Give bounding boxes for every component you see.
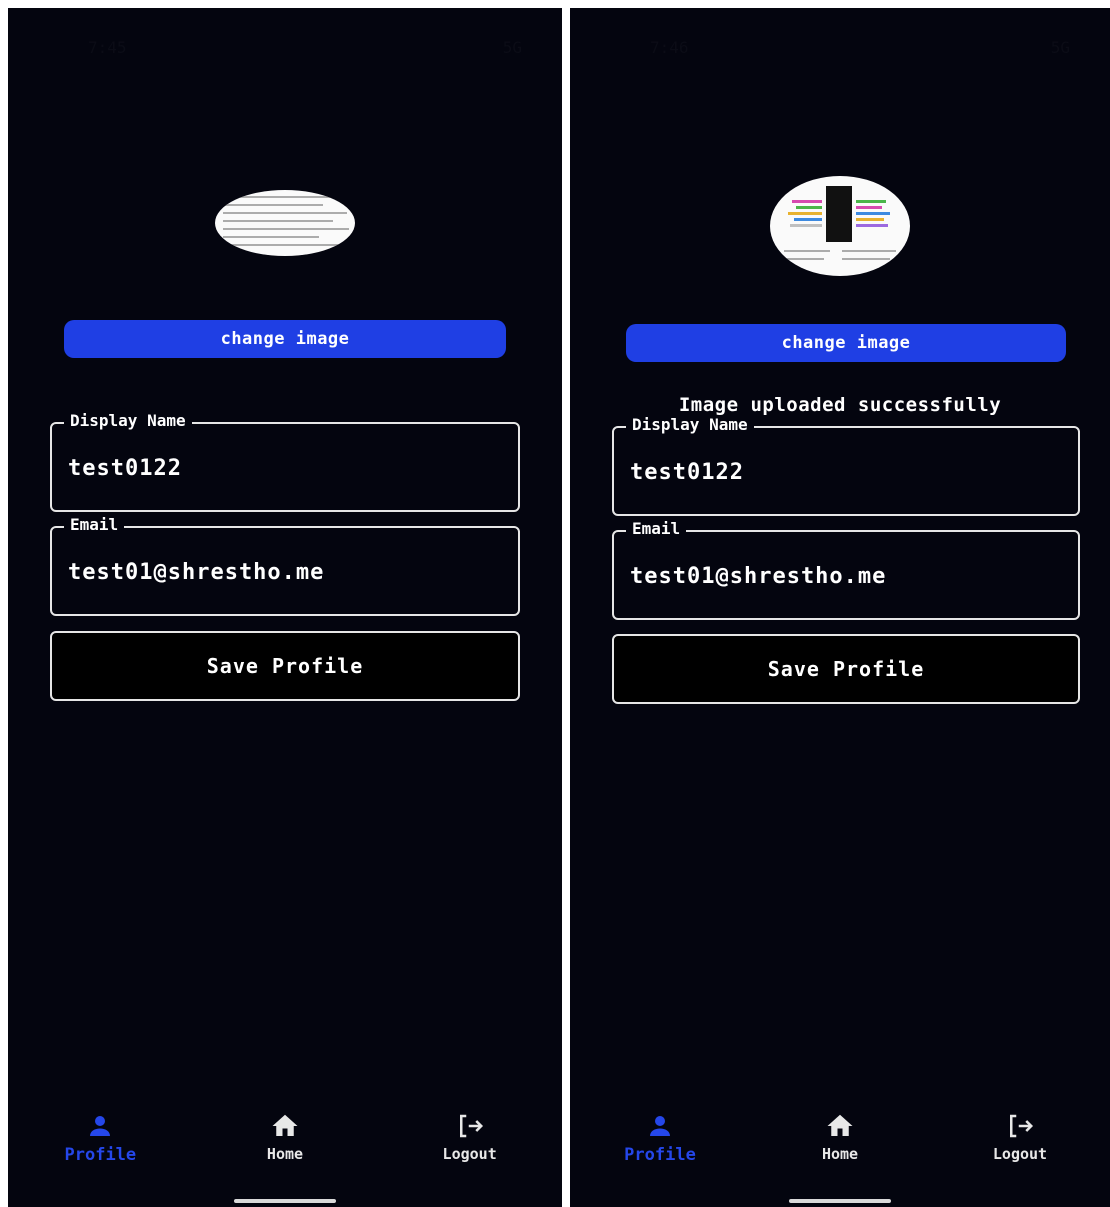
nav-label-logout: Logout — [442, 1145, 497, 1163]
nav-label-home: Home — [266, 1145, 304, 1163]
nav-label-profile: Profile — [624, 1145, 696, 1165]
bottom-navigation: Profile Home Logout — [570, 1111, 1110, 1171]
display-name-label: Display Name — [626, 415, 754, 434]
status-time: 7:45 — [88, 38, 127, 57]
email-field[interactable]: Email test01@shrestho.me — [612, 519, 1080, 620]
display-name-field[interactable]: Display Name test0122 — [612, 415, 1080, 516]
nav-item-home[interactable]: Home — [225, 1111, 345, 1171]
status-indicators: 5G — [1050, 38, 1070, 57]
display-name-input[interactable]: test0122 — [68, 456, 182, 481]
display-name-input[interactable]: test0122 — [630, 460, 744, 485]
display-name-field[interactable]: Display Name test0122 — [50, 411, 520, 512]
status-time: 7:46 — [650, 38, 689, 57]
nav-label-logout: Logout — [992, 1145, 1048, 1163]
bottom-navigation: Profile Home Logout — [8, 1111, 562, 1171]
status-bar: 7:46 5G — [650, 38, 1070, 62]
home-indicator — [789, 1199, 891, 1203]
save-profile-button[interactable]: Save Profile — [50, 631, 520, 701]
email-field[interactable]: Email test01@shrestho.me — [50, 515, 520, 616]
nav-item-logout[interactable]: Logout — [960, 1111, 1080, 1171]
email-label: Email — [626, 519, 687, 538]
nav-item-home[interactable]: Home — [780, 1111, 900, 1171]
logout-icon — [459, 1114, 483, 1138]
person-icon — [90, 1116, 111, 1136]
home-indicator — [234, 1199, 336, 1203]
logout-icon — [1010, 1114, 1034, 1138]
nav-label-home: Home — [821, 1145, 859, 1163]
profile-image[interactable] — [770, 176, 910, 276]
save-profile-button[interactable]: Save Profile — [612, 634, 1080, 704]
email-input[interactable]: test01@shrestho.me — [68, 560, 324, 585]
profile-screen-after: 7:46 5G change image Image uploaded succ… — [570, 8, 1110, 1207]
profile-screen-before: 7:45 5G change image Display Name test01… — [8, 8, 562, 1207]
change-image-button[interactable]: change image — [64, 320, 506, 358]
email-input[interactable]: test01@shrestho.me — [630, 564, 886, 589]
nav-label-profile: Profile — [64, 1145, 137, 1165]
nav-item-profile[interactable]: Profile — [40, 1111, 160, 1171]
nav-item-logout[interactable]: Logout — [410, 1111, 530, 1171]
status-indicators: 5G — [502, 38, 522, 57]
email-label: Email — [64, 515, 125, 534]
home-icon — [827, 1114, 853, 1136]
home-icon — [272, 1114, 298, 1136]
avatar-container — [8, 190, 562, 256]
profile-image[interactable] — [215, 190, 355, 256]
avatar-container — [570, 176, 1110, 276]
nav-item-profile[interactable]: Profile — [600, 1111, 720, 1171]
change-image-button[interactable]: change image — [626, 324, 1066, 362]
person-icon — [650, 1116, 670, 1136]
upload-success-message: Image uploaded successfully — [678, 394, 1002, 416]
display-name-label: Display Name — [64, 411, 192, 430]
status-bar: 7:45 5G — [88, 38, 522, 62]
